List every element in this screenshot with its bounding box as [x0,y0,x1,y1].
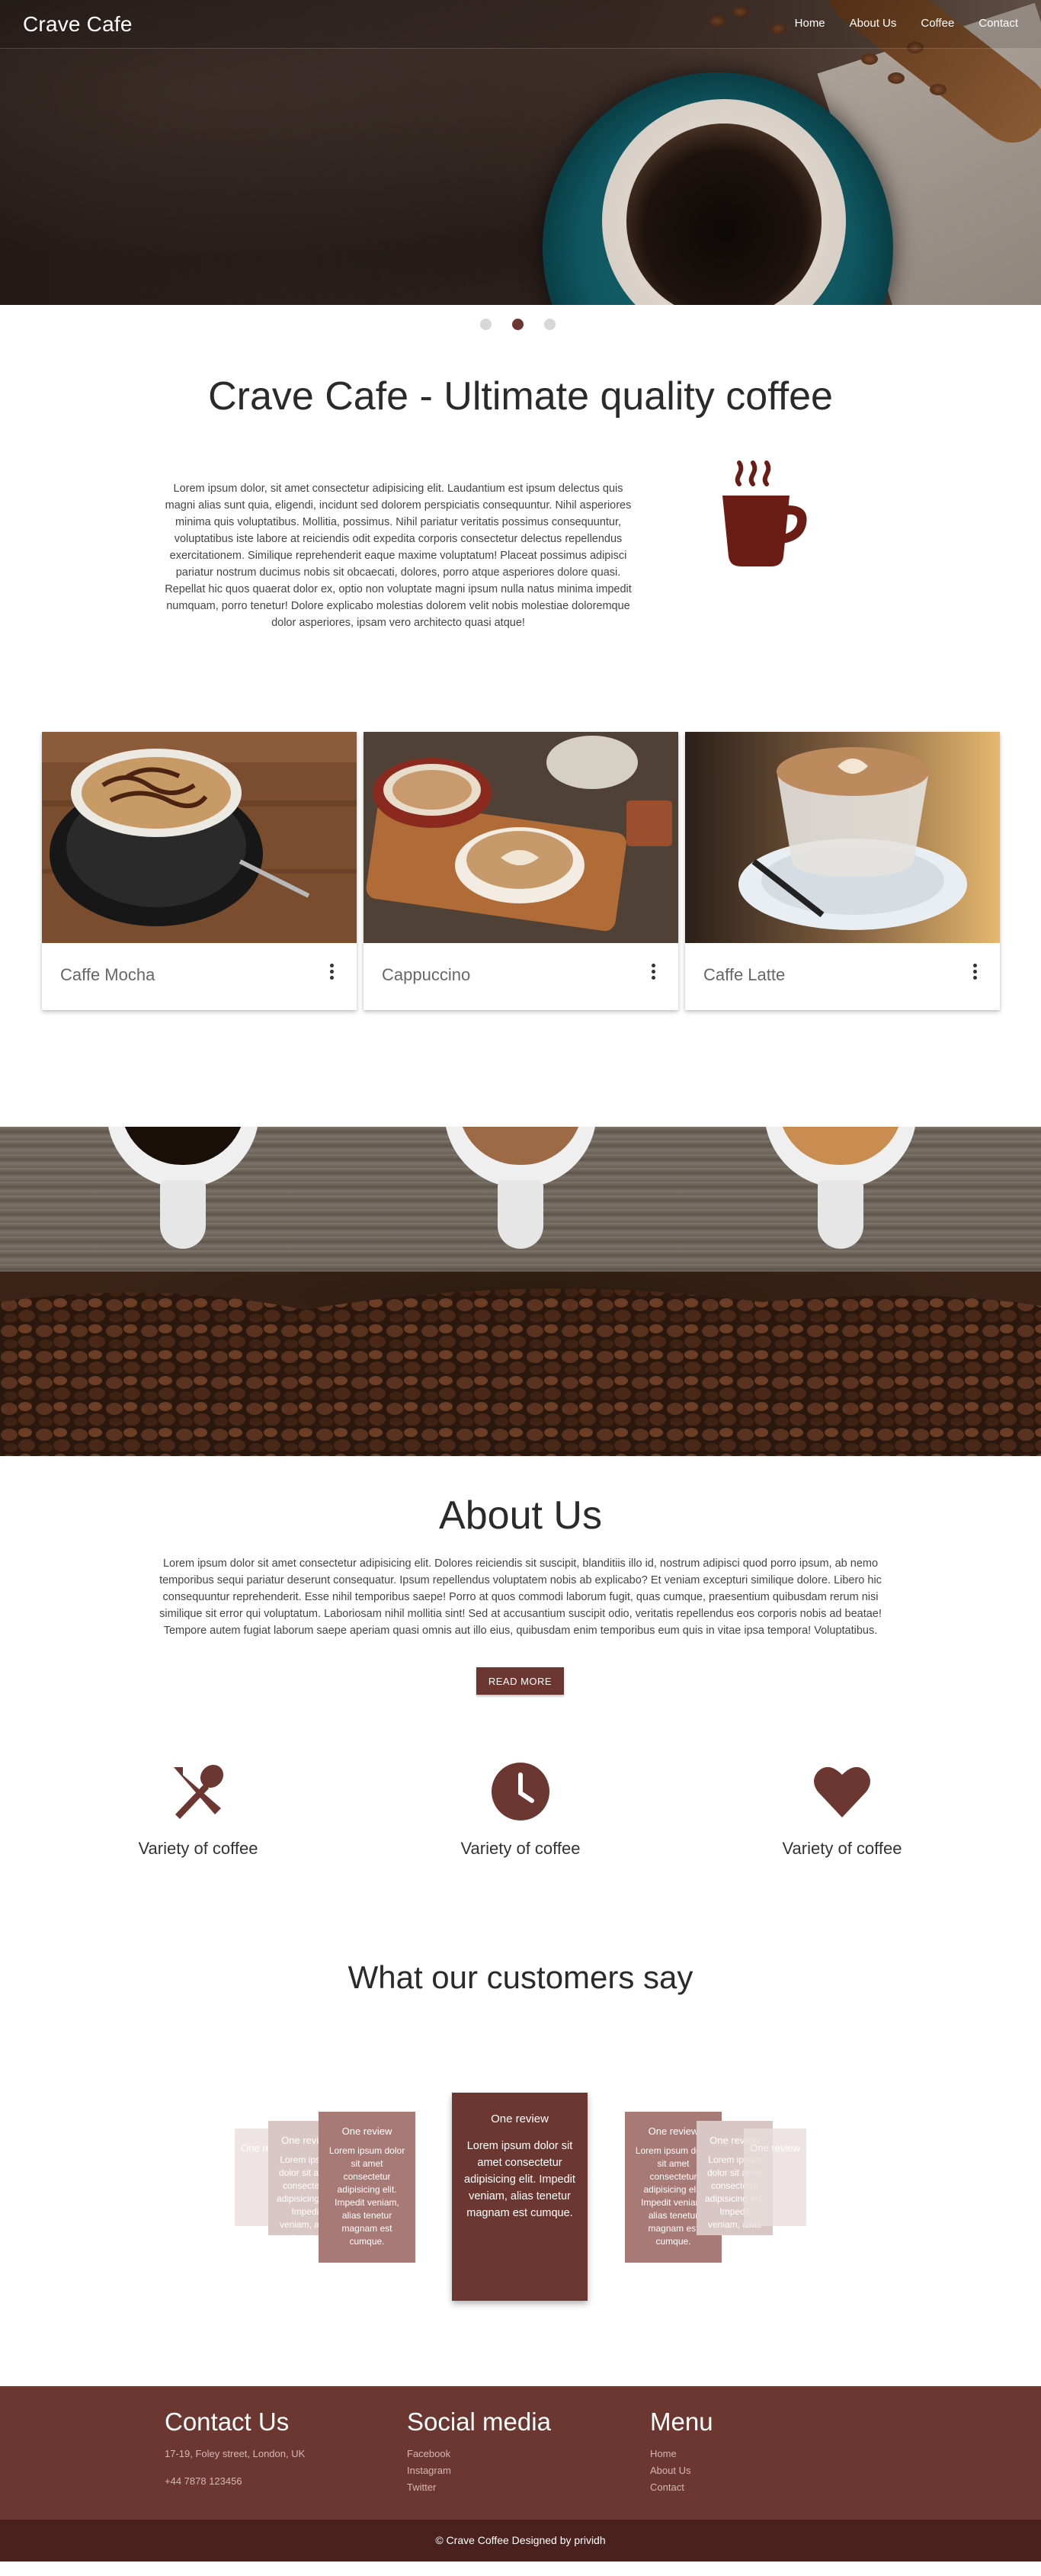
more-vertical-icon[interactable] [972,964,977,982]
review-card-active[interactable]: One review Lorem ipsum dolor sit amet co… [452,2093,588,2301]
testimonials-title: What our customers say [348,1959,693,1995]
footer-menu-title: Menu [650,2408,713,2436]
product-card-cappuccino[interactable]: Cappuccino [364,732,678,1010]
footer-social: Social media Facebook Instagram Twitter [407,2408,551,2496]
review-card-left[interactable]: One review Lorem ipsum dolor sit amet con… [319,2112,415,2263]
about-title: About Us [439,1493,602,1538]
footer-contact-title: Contact Us [165,2408,290,2436]
footer-social-title: Social media [407,2408,551,2436]
latte-photo [685,732,1000,943]
coffee-bean [861,53,878,65]
banner-cup-3 [764,1127,917,1249]
nav-home[interactable]: Home [795,17,825,30]
footer-link-home[interactable]: Home [650,2446,713,2462]
footer-menu: Menu Home About Us Contact [650,2408,713,2496]
carousel-dot-1[interactable] [480,319,492,330]
nav-coffee[interactable]: Coffee [921,17,954,30]
review-card-faded-right-3[interactable]: One review [744,2128,806,2226]
coffee-beans-pile [0,1272,1041,1456]
intro-text: Lorem ipsum dolor, sit amet consectetur … [165,483,632,629]
product-card-latte[interactable]: Caffe Latte [685,732,1000,1010]
footer-address: 17-19, Foley street, London, UK [165,2448,306,2459]
footer-link-about[interactable]: About Us [650,2462,713,2479]
brand-logo[interactable]: Crave Cafe [23,12,133,37]
feature-label: Variety of coffee [782,1839,902,1858]
navbar: Crave Cafe Home About Us Coffee Contact [0,0,1041,49]
read-more-button[interactable]: READ MORE [476,1667,564,1695]
footer-link-twitter[interactable]: Twitter [407,2479,551,2496]
carousel-dot-2[interactable] [512,319,524,330]
footer-link-contact[interactable]: Contact [650,2479,713,2496]
more-vertical-icon[interactable] [329,964,334,982]
coffee-bean [888,72,905,84]
nav-menu: Home About Us Coffee Contact [770,17,1018,30]
more-vertical-icon[interactable] [651,964,655,982]
footer-link-instagram[interactable]: Instagram [407,2462,551,2479]
clock-icon [492,1763,549,1821]
carousel-dot-3[interactable] [544,319,556,330]
mocha-photo [42,732,357,943]
feature-label: Variety of coffee [460,1839,581,1858]
banner-cup-2 [444,1127,597,1249]
footer-contact: Contact Us 17-19, Foley street, London, … [165,2408,305,2490]
product-name: Caffe Latte [703,965,786,984]
coffee-beans-banner [0,1127,1041,1456]
spoon-fork-icon [174,1764,224,1819]
feature-heart: Variety of coffee [743,1761,941,1859]
product-name: Cappuccino [382,965,471,984]
review-body: Lorem ipsum dolor sit amet consectetur a… [464,2140,575,2219]
footer-link-facebook[interactable]: Facebook [407,2446,551,2462]
copyright-bar: © Crave Coffee Designed by prividh [0,2520,1041,2562]
page-heading: Crave Cafe - Ultimate quality coffee [208,374,833,419]
footer: Contact Us 17-19, Foley street, London, … [0,2386,1041,2520]
coffee-bean [930,84,947,95]
cappuccino-photo [364,732,678,943]
feature-clock: Variety of coffee [421,1761,620,1859]
nav-contact[interactable]: Contact [979,17,1018,30]
hero-carousel-slide: Crave Cafe Home About Us Coffee Contact [0,0,1041,305]
review-title: One review [491,2112,549,2125]
hero-coffee [626,124,822,305]
product-card-mocha[interactable]: Caffe Mocha [42,732,357,1010]
product-name: Caffe Mocha [60,965,155,984]
feature-label: Variety of coffee [138,1839,258,1858]
nav-about-us[interactable]: About Us [850,17,897,30]
footer-phone: +44 7878 123456 [165,2475,242,2487]
feature-spoon-fork: Variety of coffee [99,1761,297,1859]
coffee-cup-icon [722,460,807,566]
about-text: Lorem ipsum dolor sit amet consectetur a… [159,1557,882,1637]
heart-icon [814,1766,870,1817]
banner-cup-1 [107,1127,259,1249]
carousel-indicators [480,319,556,330]
